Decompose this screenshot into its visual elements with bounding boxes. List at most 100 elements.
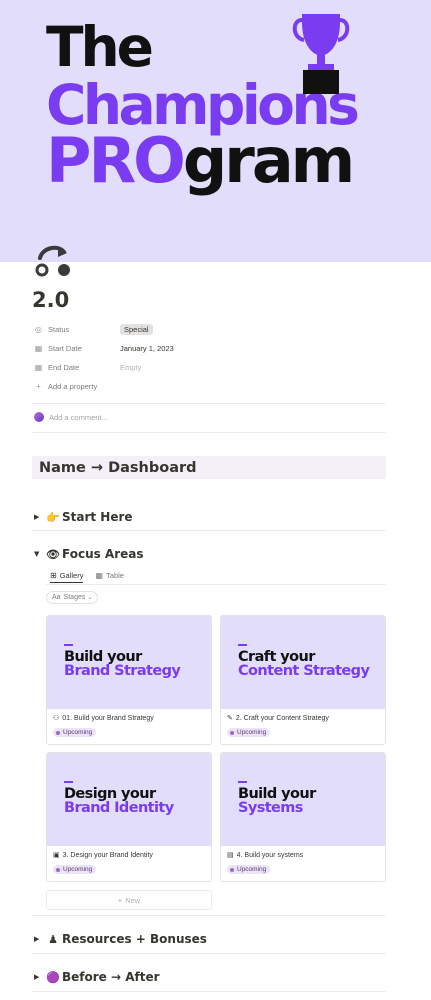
plus-icon: + — [117, 895, 123, 905]
card-title: ✎ 2. Craft your Content Strategy — [227, 714, 329, 723]
tab-table[interactable]: ▦ Table — [95, 568, 124, 583]
cover-title-line-1: The — [46, 15, 154, 79]
dashboard-heading: Name → Dashboard — [32, 456, 386, 479]
cover-line-1: Craft your — [238, 649, 315, 665]
status-badge: Upcoming — [227, 865, 271, 874]
toggle-before-after[interactable]: ▶ 🟣 Before → After — [34, 970, 160, 984]
filter-stages[interactable]: Aa Stages ⌄ — [46, 591, 99, 604]
toggle-resources-bonuses[interactable]: ▶ ♟ Resources + Bonuses — [34, 932, 207, 946]
gallery-card[interactable]: Build your Systems ▤ 4. Build your systems… — [220, 752, 386, 882]
pointing-hand-icon: 👉 — [46, 510, 60, 524]
cover-line-2: Brand Identity — [64, 800, 174, 816]
card-cover: Build your Brand Strategy — [47, 616, 211, 709]
card-cover-dash — [64, 781, 73, 783]
card-cover-dash — [64, 644, 73, 646]
divider — [32, 915, 386, 916]
property-status[interactable]: ◎ Status Special — [34, 321, 153, 337]
tab-label: Gallery — [59, 570, 84, 580]
chess-pawn-icon: ♟ — [48, 932, 58, 946]
property-end-date[interactable]: ▦ End Date Empty — [34, 359, 142, 375]
gallery-icon: ⊞ — [50, 570, 57, 580]
cover-line-1: Design your — [64, 786, 156, 802]
card-title: ⚇ 01. Build your Brand Strategy — [53, 714, 154, 723]
card-cover: Craft your Content Strategy — [221, 616, 385, 709]
cover-line-2: Content Strategy — [238, 663, 370, 679]
status-text: Upcoming — [63, 866, 93, 873]
card-title-text: 4. Build your systems — [236, 851, 304, 859]
divider — [32, 530, 386, 531]
property-start-date[interactable]: ▦ Start Date January 1, 2023 — [34, 340, 174, 356]
cover-title-pro: PRO — [46, 124, 186, 197]
status-badge[interactable]: Special — [120, 323, 153, 335]
text-property-icon: Aa — [52, 594, 61, 601]
comment-placeholder: Add a comment... — [49, 412, 108, 422]
binoculars-icon: ⚇ — [53, 715, 60, 722]
trophy-icon — [292, 14, 350, 94]
card-cover-title: Design your Brand Identity — [64, 786, 174, 816]
card-title-text: 01. Build your Brand Strategy — [62, 714, 154, 722]
comment-input[interactable]: Add a comment... — [34, 412, 108, 422]
add-property-label: Add a property — [48, 381, 98, 391]
caret-right-icon[interactable]: ▶ — [34, 973, 46, 981]
card-title-text: 3. Design your Brand Identity — [62, 851, 153, 859]
new-card-button[interactable]: + New — [46, 890, 212, 910]
card-cover-title: Build your Brand Strategy — [64, 649, 181, 679]
cover-title-line-3: PROgram — [46, 130, 355, 192]
chevron-down-icon: ⌄ — [87, 595, 93, 601]
cover-line-1: Build your — [64, 649, 142, 665]
cover-line-2: Brand Strategy — [64, 663, 181, 679]
caret-right-icon[interactable]: ▶ — [34, 513, 46, 521]
gallery-card[interactable]: Craft your Content Strategy ✎ 2. Craft you… — [220, 615, 386, 745]
purple-circle-icon: 🟣 — [46, 970, 60, 984]
toggle-start-here[interactable]: ▶ 👉 Start Here — [34, 510, 133, 524]
page-cover[interactable]: The Champions PROgram — [0, 0, 431, 262]
divider — [32, 403, 386, 404]
card-cover-dash — [238, 781, 247, 783]
card-cover: Design your Brand Identity — [47, 753, 211, 846]
card-cover-title: Craft your Content Strategy — [238, 649, 370, 679]
status-text: Upcoming — [237, 729, 267, 736]
toggle-label: Before → After — [62, 970, 160, 984]
calendar-icon: ▦ — [34, 343, 43, 353]
palette-icon: ▣ — [53, 852, 60, 859]
card-cover-title: Build your Systems — [238, 786, 316, 816]
eye-icon: 👁 — [46, 547, 60, 561]
status-badge: Upcoming — [53, 728, 97, 737]
redo-arrow-icon[interactable] — [34, 242, 74, 278]
gallery-card[interactable]: Design your Brand Identity ▣ 3. Design you… — [46, 752, 212, 882]
caret-right-icon[interactable]: ▶ — [34, 935, 46, 943]
toggle-label: Start Here — [62, 510, 133, 524]
status-badge: Upcoming — [227, 728, 271, 737]
page-title[interactable]: 2.0 — [32, 288, 69, 312]
end-date-value[interactable]: Empty — [120, 363, 141, 372]
toggle-label: Focus Areas — [62, 547, 144, 561]
cover-line-1: Build your — [238, 786, 316, 802]
status-dot — [230, 730, 234, 735]
status-dot — [230, 867, 234, 872]
view-tabs: ⊞ Gallery ▦ Table — [50, 568, 136, 583]
divider — [32, 432, 386, 433]
status-icon: ◎ — [35, 324, 42, 334]
tab-gallery[interactable]: ⊞ Gallery — [50, 568, 84, 583]
toggle-focus-areas[interactable]: ▼ 👁 Focus Areas — [34, 547, 144, 561]
toggle-label: Resources + Bonuses — [62, 932, 207, 946]
status-dot — [56, 867, 60, 872]
table-icon: ▦ — [95, 571, 104, 580]
divider — [32, 991, 386, 992]
avatar — [34, 412, 44, 422]
card-cover-dash — [238, 644, 247, 646]
add-property-button[interactable]: + Add a property — [34, 378, 97, 394]
card-title: ▤ 4. Build your systems — [227, 851, 304, 860]
plus-icon: + — [36, 381, 41, 391]
caret-down-icon[interactable]: ▼ — [34, 550, 46, 558]
status-text: Upcoming — [63, 729, 93, 736]
start-date-value[interactable]: January 1, 2023 — [120, 344, 174, 353]
cover-title-gram: gram — [182, 124, 355, 197]
card-cover: Build your Systems — [221, 753, 385, 846]
property-label: End Date — [48, 362, 80, 372]
calendar-icon: ▦ — [34, 362, 43, 372]
divider — [32, 953, 386, 954]
card-title: ▣ 3. Design your Brand Identity — [53, 851, 153, 860]
divider — [46, 584, 386, 585]
gallery-card[interactable]: Build your Brand Strategy ⚇ 01. Build your… — [46, 615, 212, 745]
